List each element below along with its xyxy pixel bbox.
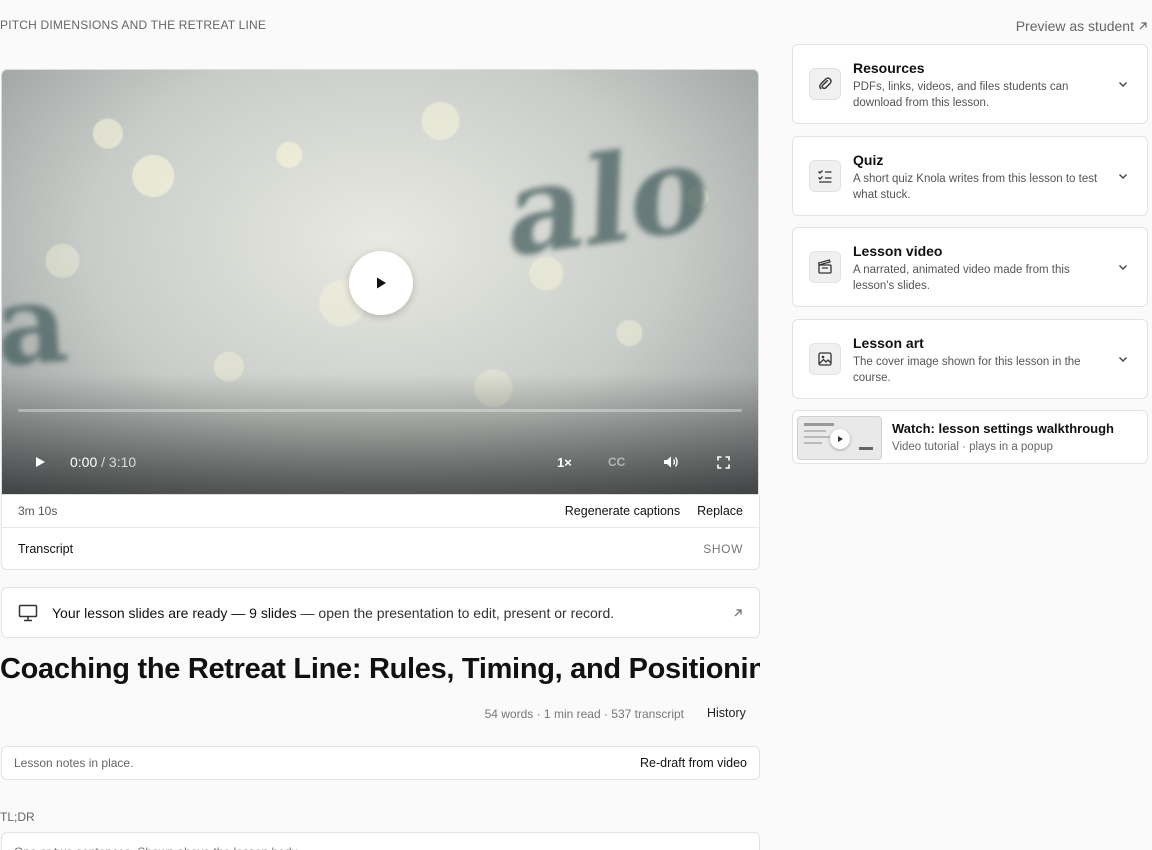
resources-panel[interactable]: Resources PDFs, links, videos, and files… xyxy=(792,44,1148,124)
image-icon xyxy=(818,352,832,366)
panel-description: A narrated, animated video made from thi… xyxy=(853,264,1070,292)
panel-title: Lesson art xyxy=(853,335,924,351)
regenerate-captions-button[interactable]: Regenerate captions xyxy=(565,504,680,518)
play-icon xyxy=(377,277,386,289)
preview-label: Preview as student xyxy=(1015,18,1134,34)
tutorial-title: Watch: lesson settings walkthrough xyxy=(892,421,1114,436)
volume-icon xyxy=(664,456,678,468)
chevron-down-icon xyxy=(1119,82,1127,87)
captions-button[interactable]: CC xyxy=(608,448,625,476)
transcript-label: Transcript xyxy=(18,541,74,556)
transcript-toggle[interactable]: Transcript SHOW xyxy=(2,528,759,569)
video-meta: 3m 10s Regenerate captions Replace Trans… xyxy=(1,495,760,570)
fullscreen-button[interactable] xyxy=(713,448,733,476)
chevron-down-icon xyxy=(1119,357,1127,362)
tldr-label: TL;DR xyxy=(0,810,35,824)
video-frame-blurred-text: alo xyxy=(505,114,712,287)
time-display: 0:00 / 3:10 xyxy=(70,448,136,476)
panel-title: Lesson video xyxy=(853,243,943,259)
redraft-from-video-button[interactable]: Re-draft from video xyxy=(640,756,747,770)
panel-title: Resources xyxy=(853,60,925,76)
tldr-input[interactable] xyxy=(1,832,760,850)
play-icon xyxy=(838,436,843,442)
checklist-icon xyxy=(818,170,832,183)
monitor-icon xyxy=(18,604,38,621)
panel-description: The cover image shown for this lesson in… xyxy=(853,356,1081,384)
external-link-icon xyxy=(734,608,742,616)
paperclip-icon xyxy=(819,77,832,90)
big-play-button[interactable] xyxy=(349,251,413,315)
playback-speed-button[interactable]: 1× xyxy=(557,448,572,476)
tutorial-subtitle: Video tutorial · plays in a popup xyxy=(892,441,1053,453)
current-time: 0:00 xyxy=(70,454,98,470)
lesson-stats: 54 words · 1 min read · 537 transcript xyxy=(484,707,684,721)
preview-as-student-link[interactable]: Preview as student xyxy=(1016,18,1148,34)
chevron-down-icon xyxy=(1119,174,1127,179)
panel-description: PDFs, links, videos, and files students … xyxy=(853,81,1069,109)
video-frame-blurred-text: a xyxy=(1,257,72,392)
video-controls: 0:00 / 3:10 1× CC xyxy=(2,448,758,476)
panel-description: A short quiz Knola writes from this less… xyxy=(853,173,1098,201)
slides-ready-banner[interactable]: Your lesson slides are ready — 9 slides … xyxy=(1,587,760,638)
lesson-notes-bar: Lesson notes in place. Re-draft from vid… xyxy=(1,746,760,780)
slides-ready-text: Your lesson slides are ready — 9 slides xyxy=(52,604,297,621)
tutorial-walkthrough-card[interactable]: Watch: lesson settings walkthrough Video… xyxy=(792,410,1148,464)
notes-status: Lesson notes in place. xyxy=(14,756,134,770)
video-length: 3m 10s xyxy=(18,504,58,518)
external-link-icon xyxy=(1139,22,1147,30)
play-button[interactable] xyxy=(30,448,50,476)
panel-title: Quiz xyxy=(853,152,884,168)
lesson-title[interactable]: Coaching the Retreat Line: Rules, Timing… xyxy=(0,653,760,686)
chevron-down-icon xyxy=(1119,265,1127,270)
video-progress-bar[interactable] xyxy=(18,409,742,412)
history-button[interactable]: History xyxy=(707,706,746,720)
duration: 3:10 xyxy=(108,454,137,470)
volume-button[interactable] xyxy=(660,448,682,476)
slides-ready-suffix: — open the presentation to edit, present… xyxy=(296,604,615,621)
lesson-video-panel[interactable]: Lesson video A narrated, animated video … xyxy=(792,227,1148,307)
fullscreen-icon xyxy=(716,455,730,469)
breadcrumb: PITCH DIMENSIONS AND THE RETREAT LINE xyxy=(0,18,267,32)
quiz-panel[interactable]: Quiz A short quiz Knola writes from this… xyxy=(792,136,1148,216)
time-separator: / xyxy=(97,454,109,470)
replace-video-button[interactable]: Replace xyxy=(697,504,743,518)
play-icon xyxy=(36,457,45,467)
tutorial-thumbnail xyxy=(797,416,882,460)
video-player[interactable]: alo a 0:00 / 3:10 1× CC xyxy=(1,69,759,495)
lesson-art-panel[interactable]: Lesson art The cover image shown for thi… xyxy=(792,319,1148,399)
show-transcript-button[interactable]: SHOW xyxy=(703,542,743,556)
clapperboard-icon xyxy=(817,259,832,274)
